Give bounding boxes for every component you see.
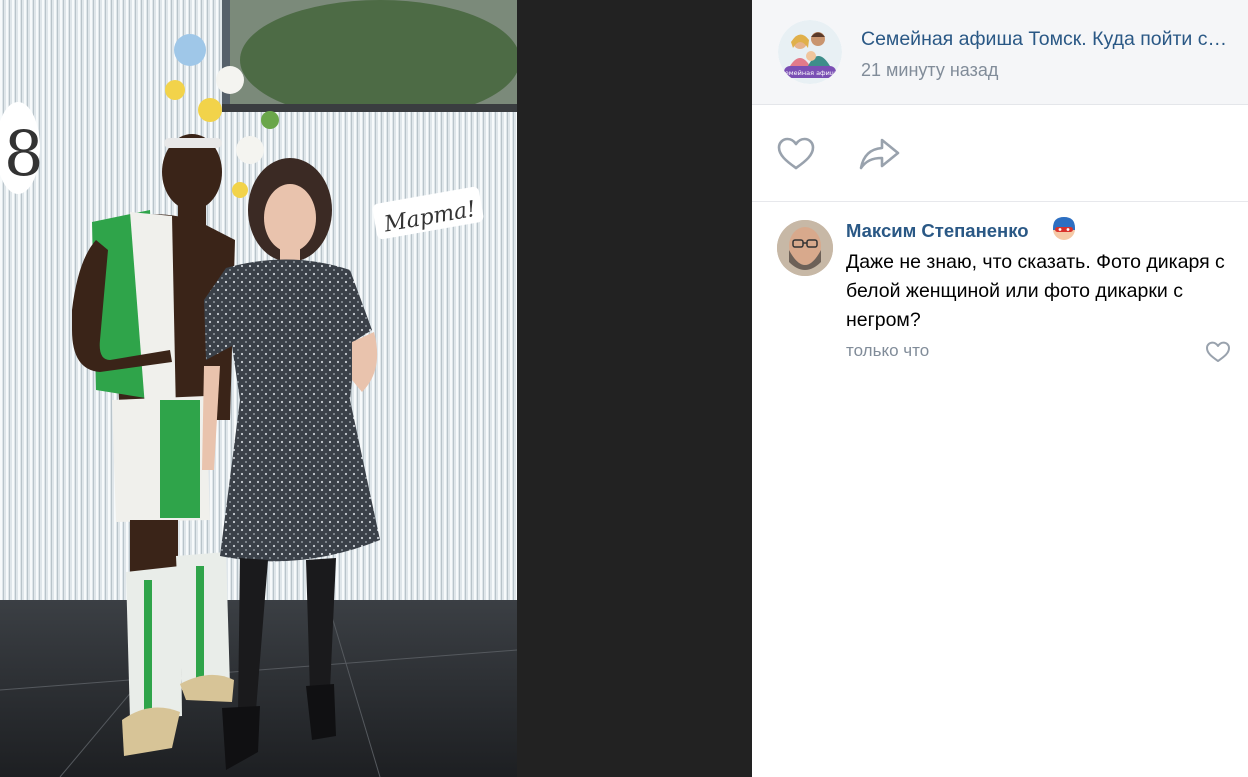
post-time: 21 минуту назад xyxy=(861,60,999,80)
svg-text:8: 8 xyxy=(4,117,43,190)
superhero-emoji-icon xyxy=(1052,216,1076,242)
comment-like-button[interactable] xyxy=(1205,341,1231,363)
community-name-link[interactable]: Семейная афиша Томск. Куда пойти с детьм… xyxy=(861,28,1231,51)
photo-illustration: 8 Марта! xyxy=(0,0,517,777)
comment-text: Даже не знаю, что сказать. Фото дикаря с… xyxy=(846,251,1225,331)
like-button[interactable] xyxy=(776,137,816,171)
post-info-panel: Семейная афиша Семейная афиша Томск. Куд… xyxy=(752,0,1248,777)
heart-icon xyxy=(777,137,815,170)
photo-viewer[interactable]: 8 Марта! xyxy=(0,0,752,777)
post-header: Семейная афиша Семейная афиша Томск. Куд… xyxy=(752,0,1248,105)
commenter-avatar[interactable] xyxy=(777,220,833,276)
svg-text:Семейная афиша: Семейная афиша xyxy=(780,69,840,77)
post-photo[interactable]: 8 Марта! xyxy=(0,0,517,777)
commenter-avatar-illustration xyxy=(777,220,833,276)
heart-icon xyxy=(1206,341,1230,362)
community-avatar[interactable]: Семейная афиша xyxy=(778,20,842,84)
community-avatar-illustration: Семейная афиша xyxy=(778,20,842,84)
share-button[interactable] xyxy=(858,137,902,171)
post-actions xyxy=(752,105,1248,202)
comment-item: Максим Степаненко Даже не знаю, что сказ… xyxy=(752,202,1248,382)
commenter-name-link[interactable]: Максим Степаненко xyxy=(846,220,1029,242)
comment-time-link[interactable]: только что xyxy=(846,341,929,361)
share-arrow-icon xyxy=(859,138,900,170)
